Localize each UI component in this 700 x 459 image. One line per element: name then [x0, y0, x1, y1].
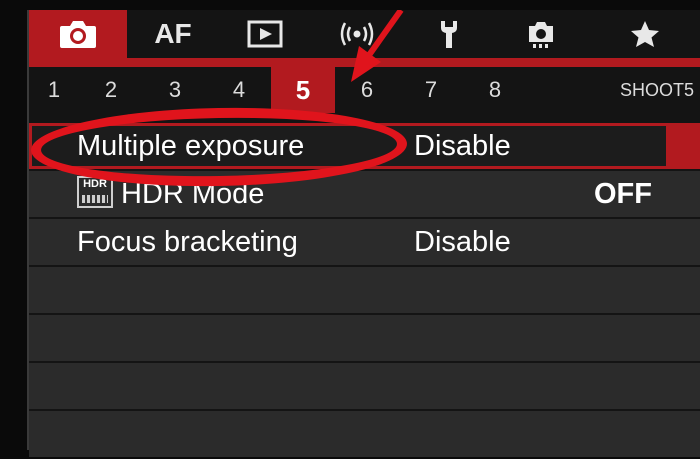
page-label: SHOOT5 [619, 79, 694, 100]
playback-icon [247, 20, 283, 48]
tab-shooting[interactable] [29, 10, 127, 58]
page-5[interactable]: 5 [271, 67, 335, 113]
empty-row [29, 315, 700, 361]
hdr-icon: HDR [77, 176, 113, 208]
page-3[interactable]: 3 [143, 67, 207, 113]
tab-custom-functions[interactable] [495, 10, 587, 58]
tab-playback[interactable] [219, 10, 311, 58]
menu-item-value: Disable [414, 129, 511, 162]
page-8[interactable]: 8 [463, 67, 527, 113]
menu-item-value: Disable [414, 225, 511, 258]
camera-icon [60, 21, 96, 48]
af-label: AF [154, 18, 192, 49]
empty-row [29, 411, 700, 457]
camera-menu-screen: AF 1 2 3 4 5 6 7 8 SHOOT5 Multiple expos… [27, 10, 700, 457]
selection-indicator [666, 123, 700, 169]
empty-row [29, 267, 700, 313]
custom-function-icon [529, 22, 553, 48]
menu-item-focus-bracketing[interactable]: Focus bracketing Disable [29, 219, 700, 265]
annotation-arrow-icon [351, 10, 404, 82]
page-1[interactable]: 1 [29, 67, 79, 113]
menu-item-value: OFF [594, 177, 652, 210]
empty-row [29, 363, 700, 409]
wrench-icon [441, 21, 457, 48]
tab-af[interactable]: AF [127, 10, 219, 58]
page-4[interactable]: 4 [207, 67, 271, 113]
star-icon [630, 21, 659, 47]
page-2[interactable]: 2 [79, 67, 143, 113]
menu-item-label: Focus bracketing [77, 225, 298, 258]
tab-my-menu[interactable] [587, 10, 700, 58]
